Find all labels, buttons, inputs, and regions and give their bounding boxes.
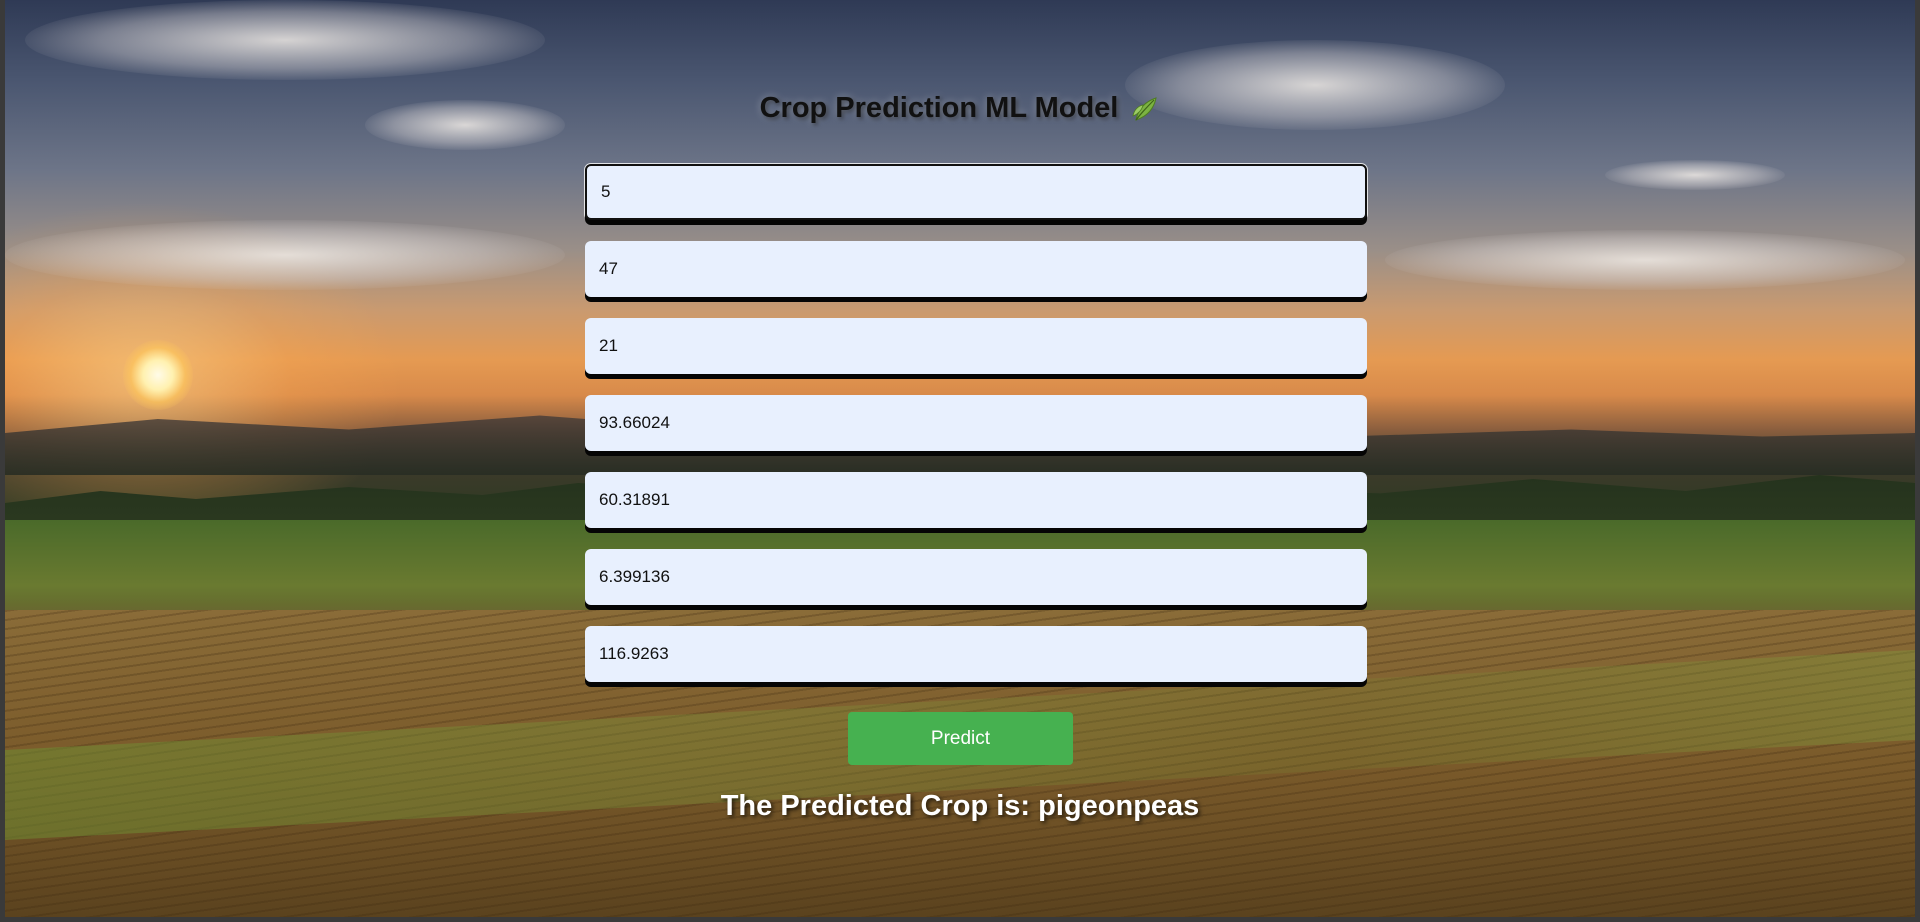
input-field-3[interactable] (585, 318, 1367, 374)
predict-button[interactable]: Predict (848, 712, 1073, 765)
window-edge (1915, 0, 1920, 922)
input-field-5[interactable] (585, 472, 1367, 528)
prediction-result: The Predicted Crop is: pigeonpeas (720, 790, 1200, 822)
input-field-6[interactable] (585, 549, 1367, 605)
input-field-2[interactable] (585, 241, 1367, 297)
input-field-1[interactable] (585, 164, 1367, 220)
main-content: Crop Prediction ML Model Predict The Pre… (0, 0, 1920, 922)
input-field-4[interactable] (585, 395, 1367, 451)
input-field-7[interactable] (585, 626, 1367, 682)
page-title: Crop Prediction ML Model (0, 92, 1920, 125)
leaf-icon (1132, 97, 1158, 122)
page-title-text: Crop Prediction ML Model (759, 92, 1119, 124)
